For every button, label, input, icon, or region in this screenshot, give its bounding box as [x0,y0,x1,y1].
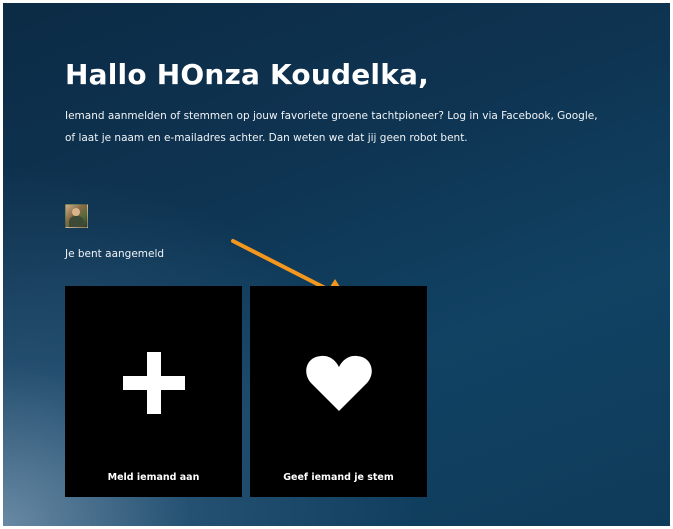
avatar-body [69,216,84,227]
heart-icon [305,355,372,411]
report-someone-button[interactable]: Meld iemand aan [65,286,242,497]
vote-someone-label: Geef iemand je stem [283,472,394,483]
page-frame: Hallo HOnza Koudelka, Iemand aanmelden o… [3,3,670,526]
user-avatar [65,204,88,228]
report-someone-label: Meld iemand aan [107,472,200,483]
vote-someone-button[interactable]: Geef iemand je stem [250,286,427,497]
greeting-title: Hallo HOnza Koudelka, [65,58,429,91]
intro-text: Iemand aanmelden of stemmen op jouw favo… [65,110,598,144]
avatar-face [72,208,80,216]
plus-icon [122,352,185,414]
login-status: Je bent aangemeld [65,248,165,260]
